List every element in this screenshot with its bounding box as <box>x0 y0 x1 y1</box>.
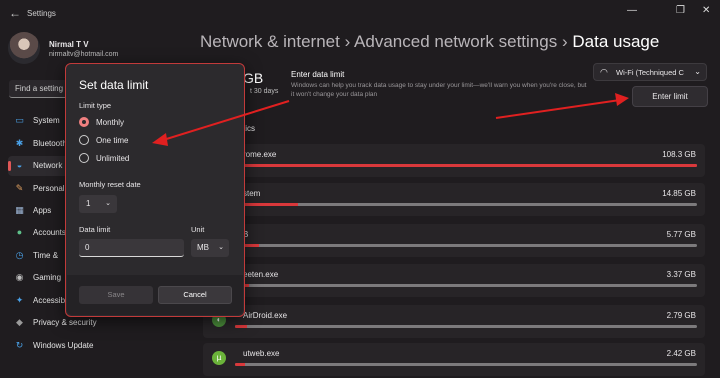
app-usage-value: 2.42 GB <box>666 349 696 358</box>
dialog-footer: Save Cancel <box>67 275 243 315</box>
brush-icon: ✎ <box>15 183 24 193</box>
data-limit-input[interactable]: 0 <box>79 239 184 257</box>
network-select-value: Wi-Fi (Techniqued C <box>616 68 684 77</box>
sidebar-item-label: Accounts <box>33 228 66 237</box>
network-select[interactable]: ◠ Wi-Fi (Techniqued C ⌄ <box>593 63 707 81</box>
radio-indicator <box>79 117 89 127</box>
sidebar-item-label: System <box>33 116 60 125</box>
breadcrumb-separator: › <box>344 32 351 51</box>
usage-bar <box>235 203 697 206</box>
usage-bar-fill <box>235 164 697 167</box>
usage-period: t 30 days <box>250 88 279 95</box>
app-usage-row: eeten.exe 3.37 GB <box>203 264 705 297</box>
sidebar-item-windows-update[interactable]: ↻ Windows Update <box>8 336 118 356</box>
radio-label: Unlimited <box>96 154 130 163</box>
sidebar-item-label: Network <box>33 161 63 170</box>
person-icon: ● <box>16 227 23 237</box>
shield-icon: ◆ <box>16 317 23 327</box>
unit-value: MB <box>197 243 209 252</box>
bluetooth-icon: ✱ <box>15 138 24 148</box>
avatar <box>8 32 40 64</box>
wifi-icon: ◒ <box>16 160 23 170</box>
reset-date-value: 1 <box>86 199 91 208</box>
usage-bar <box>235 363 697 366</box>
app-usage-row: B 5.77 GB <box>203 224 705 257</box>
sidebar-item-label: Time & <box>33 251 59 260</box>
usage-bar <box>235 244 697 247</box>
app-usage-value: 3.37 GB <box>666 270 696 279</box>
usage-bar <box>235 325 697 328</box>
limit-type-label: Limit type <box>79 101 112 110</box>
update-icon: ↻ <box>15 340 24 350</box>
total-usage: GB <box>243 70 264 86</box>
unit-select[interactable]: MB ⌄ <box>191 239 229 257</box>
annotation-arrow-line <box>495 99 621 119</box>
app-usage-row: µ utweb.exe 2.42 GB <box>203 343 705 376</box>
chevron-down-icon: ⌄ <box>218 244 224 251</box>
reset-date-select[interactable]: 1 ⌄ <box>79 195 117 213</box>
app-usage-row: rome.exe 108.3 GB <box>203 144 705 177</box>
usage-bar-fill <box>235 363 246 366</box>
page-title: Data usage <box>572 32 660 51</box>
gamepad-icon: ◉ <box>15 272 24 282</box>
sidebar-item-label: Apps <box>33 206 52 215</box>
radio-indicator <box>79 135 89 145</box>
window-title: Settings <box>27 9 56 18</box>
app-usage-value: 2.79 GB <box>666 311 696 320</box>
breadcrumb-network[interactable]: Network & internet <box>200 32 340 51</box>
back-arrow-icon[interactable]: ← <box>9 6 21 20</box>
wifi-icon: ◠ <box>600 67 608 77</box>
clock-icon: ◷ <box>15 250 24 260</box>
maximize-icon[interactable]: ❐ <box>676 5 685 16</box>
search-input[interactable]: Find a setting <box>9 80 73 98</box>
sidebar-item-label: Personal <box>33 184 65 193</box>
usage-bar <box>235 164 697 167</box>
apps-icon: ▦ <box>15 205 24 215</box>
chevron-down-icon: ⌄ <box>694 67 701 76</box>
title-bar: ← Settings — ❐ ✕ <box>0 0 720 28</box>
sidebar-item-label: Privacy & security <box>33 318 97 327</box>
radio-indicator <box>79 153 89 163</box>
chevron-down-icon: ⌄ <box>105 200 111 207</box>
enter-limit-title: Enter data limit <box>291 70 345 79</box>
close-icon[interactable]: ✕ <box>702 5 710 16</box>
user-name: Nirmal T V <box>49 40 89 49</box>
monitor-icon: ▭ <box>15 115 24 125</box>
app-name: stem <box>243 189 261 198</box>
app-usage-row: ◐ AirDroid.exe 2.79 GB <box>203 305 705 338</box>
utorrent-icon: µ <box>212 351 226 365</box>
user-email: nirmaltv@hotmail.com <box>49 51 119 58</box>
sidebar-item-label: Gaming <box>33 273 62 282</box>
breadcrumb-advanced[interactable]: Advanced network settings <box>354 32 557 51</box>
set-data-limit-dialog: Set data limit Limit type Monthly One ti… <box>65 63 245 317</box>
accessibility-icon: ✦ <box>15 295 24 305</box>
radio-label: Monthly <box>96 118 125 127</box>
app-usage-row: stem 14.85 GB <box>203 183 705 216</box>
cancel-button[interactable]: Cancel <box>158 286 232 304</box>
radio-label: One time <box>96 136 129 145</box>
usage-bar <box>235 284 697 287</box>
app-usage-value: 14.85 GB <box>662 189 696 198</box>
app-name: utweb.exe <box>243 349 280 358</box>
unit-label: Unit <box>191 225 205 234</box>
annotation-arrowhead <box>615 93 629 106</box>
reset-date-label: Monthly reset date <box>79 180 141 189</box>
app-usage-value: 108.3 GB <box>662 150 696 159</box>
app-name: AirDroid.exe <box>243 311 288 320</box>
sidebar-item-label: Windows Update <box>33 341 94 350</box>
app-name: eeten.exe <box>243 270 279 279</box>
enter-limit-button[interactable]: Enter limit <box>632 86 708 107</box>
breadcrumb-separator: › <box>561 32 568 51</box>
minimize-icon[interactable]: — <box>627 5 637 16</box>
sidebar-item-label: Accessib <box>33 296 66 305</box>
data-limit-label: Data limit <box>79 225 111 234</box>
usage-bar-fill <box>235 325 247 328</box>
app-name: rome.exe <box>243 150 277 159</box>
save-button[interactable]: Save <box>79 286 153 304</box>
enter-limit-description: Windows can help you track data usage to… <box>291 82 587 98</box>
app-usage-value: 5.77 GB <box>666 230 696 239</box>
breadcrumb: Network & internet › Advanced network se… <box>200 32 659 52</box>
sidebar-item-label: Bluetooth <box>33 139 67 148</box>
dialog-title: Set data limit <box>79 78 149 92</box>
